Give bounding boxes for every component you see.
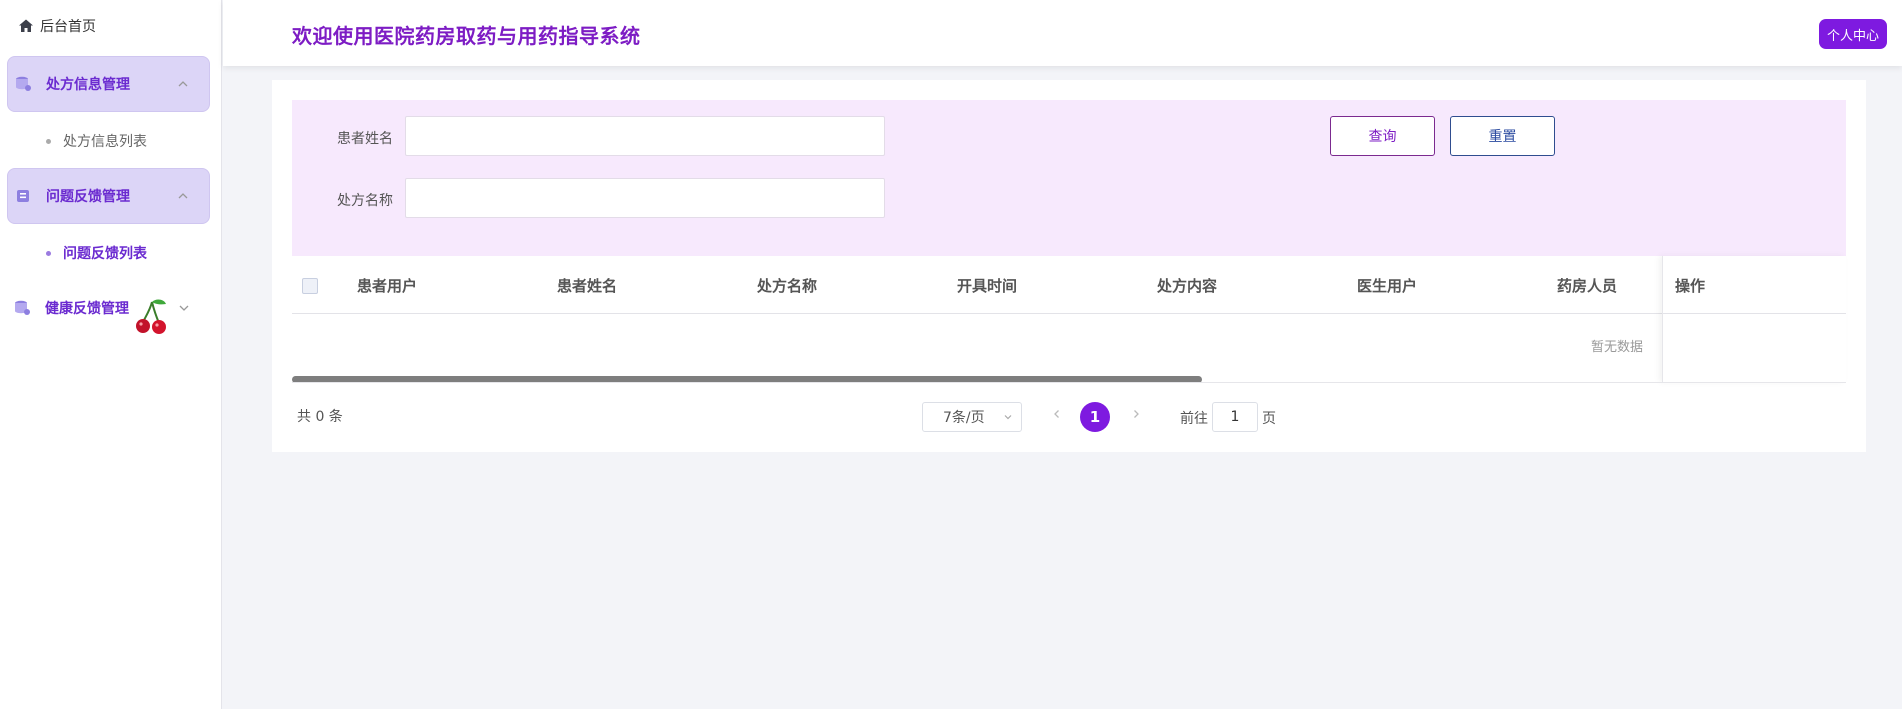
goto-label: 前往 bbox=[1180, 411, 1208, 427]
column-header: 开具时间 bbox=[957, 276, 1018, 295]
column-header: 药房人员 bbox=[1557, 276, 1618, 295]
sidebar: 后台首页 处方信息管理 处方信息列表 问题反馈管理 问题反馈列表 健康反馈管理 bbox=[0, 0, 222, 709]
sidebar-group-label: 问题反馈管理 bbox=[46, 189, 130, 205]
goto-page-input[interactable]: 1 bbox=[1212, 402, 1258, 432]
empty-text: 暂无数据 bbox=[1591, 340, 1644, 355]
prescription-name-input[interactable] bbox=[405, 178, 885, 218]
chevron-down-icon bbox=[1004, 415, 1012, 420]
sidebar-item-prescription-list[interactable]: 处方信息列表 bbox=[46, 129, 147, 153]
sidebar-group-feedback[interactable]: 问题反馈管理 bbox=[7, 168, 210, 224]
page-size-select[interactable]: 7条/页 bbox=[922, 402, 1022, 432]
column-header: 患者姓名 bbox=[557, 276, 618, 295]
personal-center-button[interactable]: 个人中心 bbox=[1819, 19, 1887, 49]
bullet-icon bbox=[46, 138, 51, 144]
sidebar-home[interactable]: 后台首页 bbox=[18, 14, 96, 38]
main-panel: 患者姓名 处方名称 查询 重置 患者用户 患者姓名 处方名称 开具时间 处方内容… bbox=[272, 80, 1866, 452]
cherry-icon bbox=[136, 299, 166, 334]
sidebar-group-label: 健康反馈管理 bbox=[45, 301, 129, 317]
sidebar-group-prescription[interactable]: 处方信息管理 bbox=[7, 56, 210, 112]
home-icon bbox=[19, 19, 33, 32]
page-title: 欢迎使用医院药房取药与用药指导系统 bbox=[292, 24, 641, 48]
chevron-right-icon[interactable] bbox=[1129, 407, 1143, 421]
sidebar-item-label: 问题反馈列表 bbox=[63, 246, 147, 262]
sidebar-home-label: 后台首页 bbox=[40, 19, 96, 35]
database-icon bbox=[13, 299, 31, 317]
total-count: 共 0 条 bbox=[297, 409, 343, 425]
patient-name-label: 患者姓名 bbox=[337, 131, 393, 147]
sidebar-item-label: 处方信息列表 bbox=[63, 134, 147, 150]
select-all-checkbox[interactable] bbox=[302, 278, 318, 294]
page-suffix-label: 页 bbox=[1262, 411, 1276, 427]
column-header: 患者用户 bbox=[357, 276, 418, 295]
chevron-left-icon[interactable] bbox=[1050, 407, 1064, 421]
table-header: 患者用户 患者姓名 处方名称 开具时间 处方内容 医生用户 药房人员 操作 bbox=[292, 256, 1846, 314]
search-form: 患者姓名 处方名称 查询 重置 bbox=[292, 100, 1846, 256]
chevron-up-icon bbox=[178, 81, 188, 87]
prescription-name-label: 处方名称 bbox=[337, 193, 393, 209]
page-number-current[interactable]: 1 bbox=[1080, 402, 1110, 432]
column-header: 医生用户 bbox=[1357, 276, 1418, 295]
top-header: 欢迎使用医院药房取药与用药指导系统 个人中心 bbox=[223, 0, 1902, 66]
column-header: 处方内容 bbox=[1157, 276, 1218, 295]
sidebar-group-health[interactable]: 健康反馈管理 bbox=[7, 280, 210, 336]
table-divider bbox=[292, 382, 1846, 383]
reset-button[interactable]: 重置 bbox=[1450, 116, 1555, 156]
sidebar-group-label: 处方信息管理 bbox=[46, 77, 130, 93]
chevron-up-icon bbox=[178, 193, 188, 199]
query-button[interactable]: 查询 bbox=[1330, 116, 1435, 156]
patient-name-input[interactable] bbox=[405, 116, 885, 156]
feedback-icon bbox=[14, 187, 32, 205]
database-icon bbox=[14, 75, 32, 93]
sidebar-item-feedback-list[interactable]: 问题反馈列表 bbox=[46, 241, 147, 265]
fixed-action-column bbox=[1662, 256, 1846, 382]
chevron-down-icon bbox=[179, 305, 189, 311]
column-header: 处方名称 bbox=[757, 276, 818, 295]
page-size-value: 7条/页 bbox=[943, 410, 985, 426]
bullet-icon bbox=[46, 250, 51, 256]
